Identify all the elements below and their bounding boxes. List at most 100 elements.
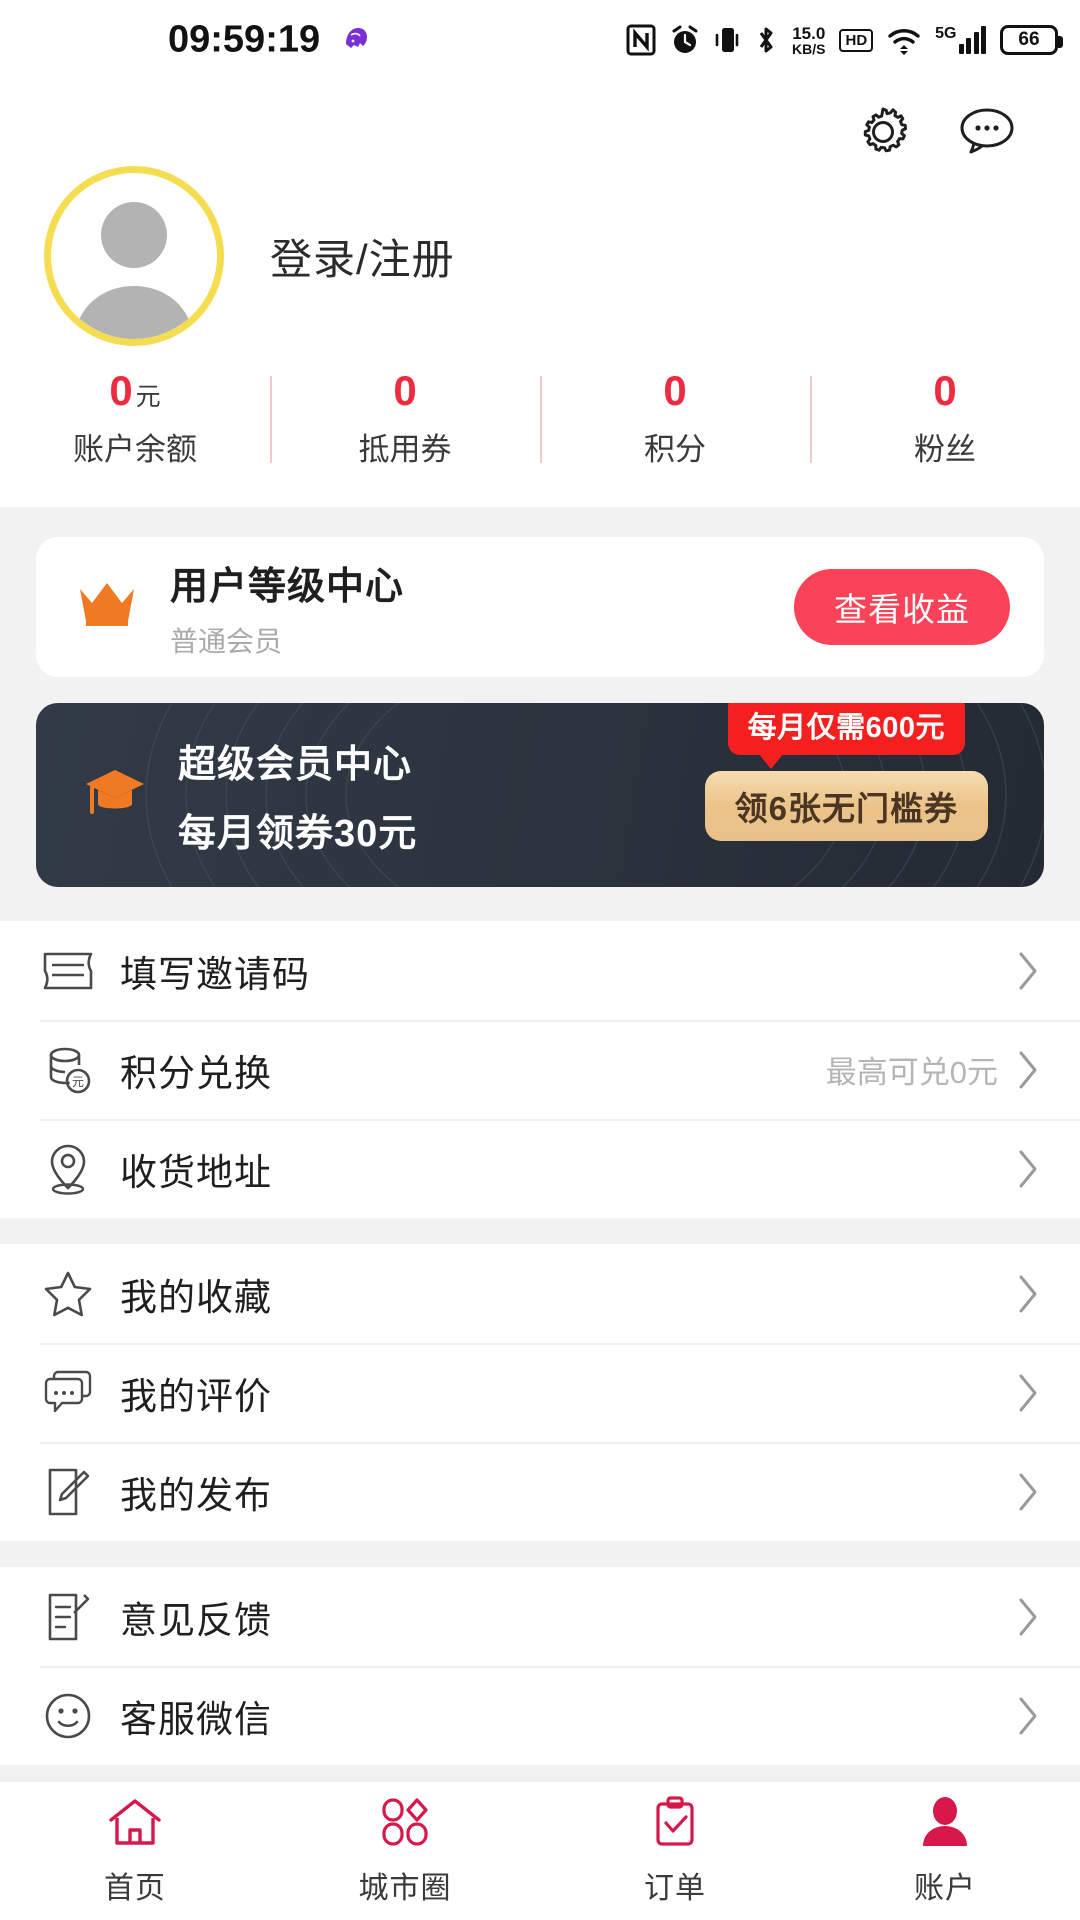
star-icon — [40, 1269, 96, 1319]
edit-note-icon — [40, 1466, 96, 1518]
menu-group-account: 填写邀请码 元 积分兑换 最高可兑0元 收货地址 — [0, 921, 1080, 1218]
stat-points-value: 0 — [663, 367, 687, 414]
stat-points-label: 积分 — [644, 432, 706, 467]
hd-icon: HD — [839, 28, 874, 52]
network-speed-icon: 15.0 KB/S — [792, 23, 826, 57]
super-member-center-card[interactable]: 超级会员中心 每月领券30元 每月仅需600元 领6张无门槛券 — [36, 703, 1044, 887]
menu-item-value: 最高可兑0元 — [825, 1055, 998, 1090]
location-pin-icon — [40, 1142, 96, 1196]
stats-row: 0元 账户余额 0 抵用券 0 积分 0 粉丝 — [0, 336, 1080, 499]
section-divider — [0, 1541, 1080, 1567]
comment-icon — [40, 1369, 96, 1417]
battery-icon: 66 — [1000, 25, 1063, 55]
stat-coupon[interactable]: 0 抵用券 — [270, 370, 540, 469]
stat-balance-label: 账户余额 — [73, 432, 197, 467]
user-level-subtitle: 普通会员 — [170, 625, 283, 657]
menu-item-my-favorites[interactable]: 我的收藏 — [0, 1244, 1080, 1343]
alarm-icon — [670, 24, 700, 56]
menu-item-shipping-address[interactable]: 收货地址 — [0, 1119, 1080, 1218]
menu-item-my-posts[interactable]: 我的发布 — [0, 1442, 1080, 1541]
menu-item-label: 我的收藏 — [120, 1276, 272, 1318]
stat-balance[interactable]: 0元 账户余额 — [0, 370, 270, 469]
chevron-right-icon — [1016, 1372, 1040, 1414]
user-level-title: 用户等级中心 — [170, 565, 405, 608]
tab-label: 账户 — [914, 1871, 976, 1905]
ticket-icon — [40, 950, 96, 992]
user-row[interactable]: 登录/注册 — [0, 166, 1080, 346]
menu-item-label: 填写邀请码 — [120, 953, 310, 995]
header-actions — [0, 80, 1080, 166]
menu-item-label: 意见反馈 — [120, 1599, 272, 1641]
menu-item-invite-code[interactable]: 填写邀请码 — [0, 921, 1080, 1020]
gear-icon[interactable] — [854, 103, 912, 166]
stat-coupon-value: 0 — [393, 367, 417, 414]
status-bar-clock: 09:59:19 — [168, 18, 321, 61]
super-member-title: 超级会员中心 — [178, 744, 413, 786]
menu-item-label: 积分兑换 — [120, 1052, 272, 1094]
chevron-right-icon — [1016, 1148, 1040, 1190]
membership-cards: 用户等级中心 普通会员 查看收益 超级会员中心 每月领券30元 每月仅需600元… — [0, 507, 1080, 921]
avatar[interactable] — [44, 166, 224, 346]
status-bar: 09:59:19 15.0 KB/S HD 5G 66 — [0, 0, 1080, 80]
smiley-icon — [40, 1691, 96, 1741]
default-avatar-icon — [74, 202, 194, 339]
menu-group-support: 意见反馈 客服微信 — [0, 1567, 1080, 1765]
graduation-cap-icon — [82, 764, 148, 827]
crown-icon — [76, 579, 138, 636]
person-icon — [919, 1796, 971, 1853]
stat-balance-unit: 元 — [135, 383, 161, 411]
claim-coupons-button[interactable]: 领6张无门槛券 — [704, 771, 988, 841]
signal-icon: 5G — [935, 26, 986, 54]
menu-item-points-exchange[interactable]: 元 积分兑换 最高可兑0元 — [0, 1020, 1080, 1119]
tab-label: 订单 — [644, 1871, 706, 1905]
feedback-icon — [40, 1591, 96, 1643]
chevron-right-icon — [1016, 1695, 1040, 1737]
tab-home[interactable]: 首页 — [0, 1796, 270, 1907]
menu-item-label: 我的评价 — [120, 1375, 272, 1417]
menu-group-activity: 我的收藏 我的评价 我的发布 — [0, 1244, 1080, 1541]
tab-orders[interactable]: 订单 — [540, 1795, 810, 1907]
home-icon — [106, 1796, 164, 1853]
status-bar-emoji-icon — [338, 22, 374, 58]
menu-item-feedback[interactable]: 意见反馈 — [0, 1567, 1080, 1666]
nfc-icon — [626, 24, 656, 56]
menu-item-customer-service-wechat[interactable]: 客服微信 — [0, 1666, 1080, 1765]
profile-section: 登录/注册 0元 账户余额 0 抵用券 0 积分 0 粉丝 — [0, 80, 1080, 507]
view-earnings-button[interactable]: 查看收益 — [794, 569, 1010, 645]
tab-account[interactable]: 账户 — [810, 1796, 1080, 1907]
section-divider — [0, 1218, 1080, 1244]
chevron-right-icon — [1016, 1596, 1040, 1638]
chevron-right-icon — [1016, 1049, 1040, 1091]
coin-stack-icon: 元 — [40, 1045, 96, 1095]
clipboard-check-icon — [649, 1795, 701, 1853]
super-member-promo: 每月仅需600元 领6张无门槛券 — [704, 703, 988, 841]
tab-label: 首页 — [104, 1871, 166, 1905]
menu-item-my-reviews[interactable]: 我的评价 — [0, 1343, 1080, 1442]
menu-item-label: 客服微信 — [120, 1698, 272, 1740]
promo-price-badge: 每月仅需600元 — [727, 703, 966, 769]
chevron-right-icon — [1016, 950, 1040, 992]
svg-text:元: 元 — [72, 1075, 84, 1089]
tab-city-circle[interactable]: 城市圈 — [270, 1796, 540, 1907]
stat-coupon-label: 抵用券 — [358, 432, 452, 467]
stat-fans[interactable]: 0 粉丝 — [810, 370, 1080, 469]
super-member-subtitle: 每月领券30元 — [178, 813, 418, 855]
bottom-tab-bar: 首页 城市圈 订单 账户 — [0, 1780, 1080, 1920]
stat-fans-label: 粉丝 — [914, 432, 976, 467]
chevron-right-icon — [1016, 1273, 1040, 1315]
status-bar-icons: 15.0 KB/S HD 5G 66 — [626, 23, 1063, 57]
menu-item-label: 我的发布 — [120, 1474, 272, 1516]
user-level-center-card[interactable]: 用户等级中心 普通会员 查看收益 — [36, 537, 1044, 677]
chat-bubble-icon[interactable] — [956, 105, 1018, 164]
vibrate-icon — [714, 24, 740, 56]
chevron-right-icon — [1016, 1471, 1040, 1513]
login-register-label[interactable]: 登录/注册 — [270, 226, 455, 287]
stat-balance-value: 0 — [109, 367, 133, 414]
tab-label: 城市圈 — [358, 1871, 452, 1905]
bluetooth-icon — [754, 24, 778, 56]
menu-item-label: 收货地址 — [120, 1151, 272, 1193]
wifi-icon — [887, 24, 921, 56]
city-circle-icon — [376, 1796, 434, 1853]
stat-fans-value: 0 — [933, 367, 957, 414]
stat-points[interactable]: 0 积分 — [540, 370, 810, 469]
